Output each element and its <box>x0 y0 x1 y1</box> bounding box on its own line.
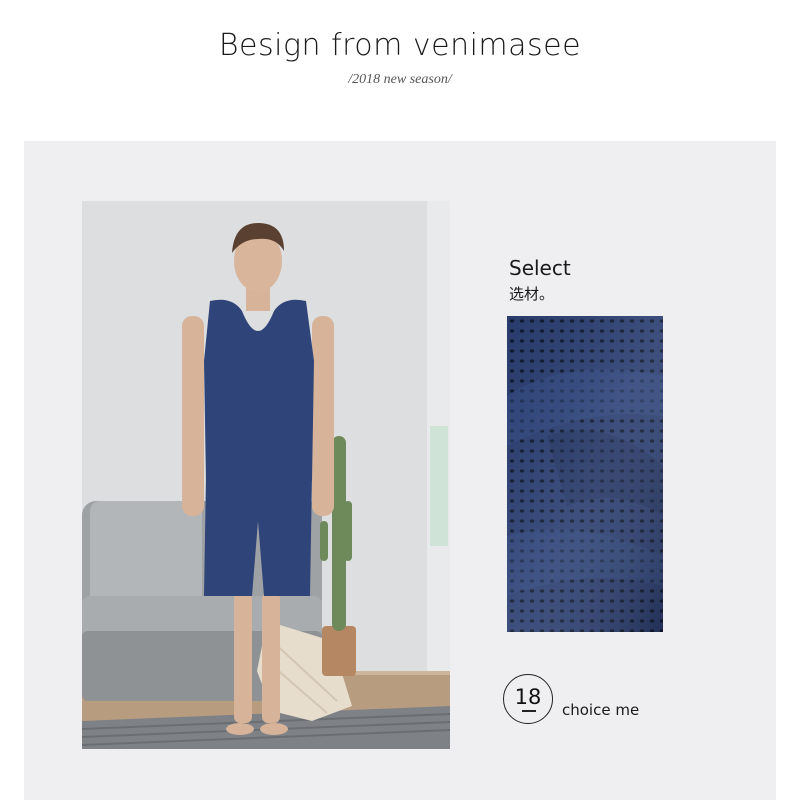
page-title: Besign from venimasee <box>218 28 582 63</box>
badge-underline <box>522 710 536 712</box>
model-photo <box>82 201 450 749</box>
page-subtitle: /2018 new season/ <box>348 72 452 87</box>
choice-caption: choice me <box>562 701 640 719</box>
number-badge: 18 <box>503 674 553 724</box>
select-heading-chinese: 选材。 <box>509 285 555 303</box>
fabric-closeup-image <box>507 316 663 632</box>
badge-number: 18 <box>514 685 542 709</box>
select-heading: Select <box>509 256 571 280</box>
